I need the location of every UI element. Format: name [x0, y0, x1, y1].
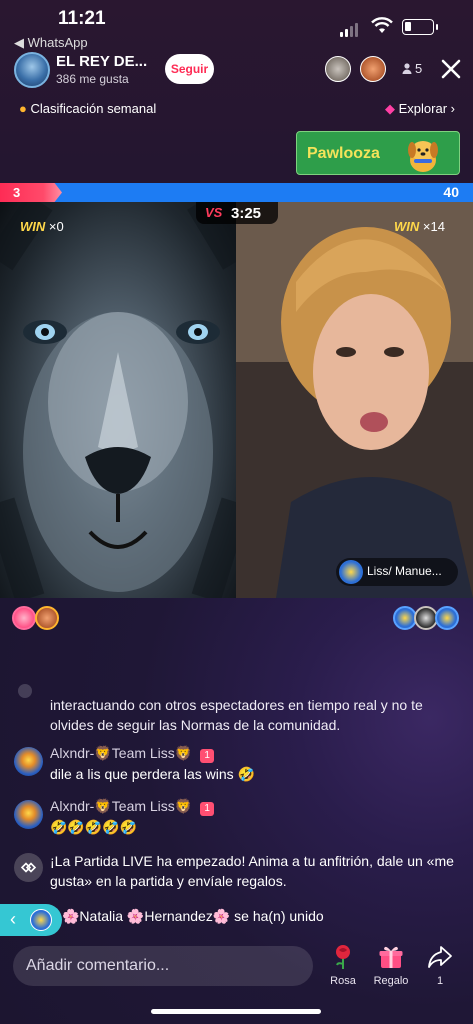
chat-user-avatar[interactable]: [14, 747, 43, 776]
status-time: 11:21: [58, 8, 106, 29]
viewer-count[interactable]: 5: [415, 61, 422, 76]
back-to-app-link[interactable]: ◀ WhatsApp: [14, 35, 88, 51]
chat-message: dile a lis que perdera las wins 🤣: [50, 766, 255, 782]
right-win-count: WIN ×14: [394, 219, 445, 234]
battery-icon: [402, 19, 438, 35]
follow-button[interactable]: Seguir: [165, 54, 214, 84]
share-count: 1: [436, 975, 444, 987]
wifi-icon: [371, 17, 393, 33]
explore-label: Explorar: [398, 101, 448, 116]
rose-gift-button[interactable]: Rosa: [318, 944, 368, 987]
gift-button[interactable]: Regalo: [366, 944, 416, 987]
host-video-pane[interactable]: WIN ×0: [0, 202, 236, 598]
chat-level-badge: 1: [200, 749, 215, 763]
chat-username[interactable]: Alxndr-🦁Team Liss🦁 1: [50, 745, 215, 763]
community-guidelines-note: interactuando con otros espectadores en …: [50, 697, 423, 733]
lion-image: [0, 202, 236, 598]
home-indicator[interactable]: [151, 1009, 321, 1014]
join-notice: 🌸Natalia 🌸Hernandez🌸 se ha(n) unido: [62, 908, 324, 924]
guest-video-pane[interactable]: WIN ×14: [236, 202, 473, 598]
chevron-left-icon: ‹: [10, 909, 16, 929]
join-notice-pill[interactable]: ‹: [0, 904, 62, 936]
share-button[interactable]: 1: [415, 944, 465, 987]
guest-name: Liss/ Manue...: [367, 564, 442, 578]
right-win-multiplier: ×14: [422, 219, 445, 234]
chat-username-text: Alxndr-🦁Team Liss🦁: [50, 745, 193, 761]
weekly-ranking-label: Clasificación semanal: [30, 101, 157, 116]
score-bar-left-fill: [0, 183, 62, 202]
chevron-right-icon: ›: [450, 101, 456, 116]
chat-message: 🤣🤣🤣🤣🤣: [50, 819, 138, 835]
host-avatar[interactable]: [14, 52, 50, 88]
right-win-label: WIN: [394, 219, 420, 234]
battle-score-bar: 3 40: [0, 183, 473, 202]
host-likes: 386 me gusta: [56, 72, 129, 86]
guest-video-image: [236, 202, 473, 598]
right-supporter-avatar[interactable]: [435, 606, 459, 630]
left-win-label: WIN: [20, 219, 46, 234]
score-right: 40: [443, 184, 459, 200]
guest-name-tag[interactable]: Liss/ Manue...: [336, 558, 458, 586]
left-win-count: WIN ×0: [20, 219, 64, 234]
chat-level-badge: 1: [200, 802, 215, 816]
comment-input[interactable]: [13, 946, 313, 986]
left-supporter-avatar[interactable]: [12, 606, 36, 630]
live-match-notice: ¡La Partida LIVE ha empezado! Anima a tu…: [50, 853, 454, 889]
rose-label: Rosa: [330, 975, 356, 987]
host-name[interactable]: EL REY DE...: [56, 53, 147, 70]
left-supporter-avatar[interactable]: [35, 606, 59, 630]
explore-link[interactable]: ◆ Explorar ›: [385, 101, 455, 117]
person-icon: [402, 63, 412, 74]
signal-icon: [340, 19, 360, 37]
gift-icon: [379, 946, 403, 968]
joined-user-avatar: [30, 909, 52, 931]
live-match-icon: [14, 853, 43, 882]
share-icon: [428, 946, 452, 968]
vs-icon: VS: [205, 205, 223, 220]
system-icon: [18, 684, 32, 698]
chat-user-avatar[interactable]: [14, 800, 43, 829]
rose-icon: [336, 945, 350, 969]
score-left: 3: [13, 185, 21, 200]
gift-label: Regalo: [373, 975, 409, 987]
explore-icon: ◆: [385, 101, 395, 116]
battle-timer: VS 3:25: [196, 202, 278, 224]
close-icon[interactable]: [440, 58, 462, 80]
chat-username[interactable]: Alxndr-🦁Team Liss🦁 1: [50, 798, 215, 816]
weekly-ranking-link[interactable]: ● Clasificación semanal: [19, 101, 156, 116]
guest-avatar: [339, 560, 363, 584]
pawlooza-banner[interactable]: Pawlooza: [296, 131, 460, 175]
left-win-multiplier: ×0: [48, 219, 64, 234]
fire-icon: ●: [19, 101, 27, 116]
viewer-avatar[interactable]: [360, 56, 386, 82]
chat-username-text: Alxndr-🦁Team Liss🦁: [50, 798, 193, 814]
battle-timer-value: 3:25: [231, 205, 262, 222]
dog-mascot-icon: [408, 141, 438, 172]
pawlooza-label: Pawlooza: [307, 145, 380, 162]
viewer-avatar[interactable]: [325, 56, 351, 82]
